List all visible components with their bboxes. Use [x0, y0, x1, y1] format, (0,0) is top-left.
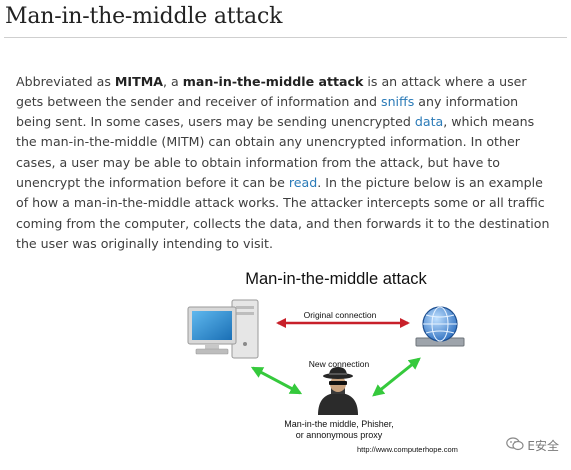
attacker-label-line2: or annonymous proxy: [296, 430, 383, 440]
source-url: http://www.computerhope.com: [357, 445, 458, 454]
page-title: Man-in-the-middle attack: [5, 4, 283, 29]
server-globe-icon: [415, 306, 465, 347]
term-abbreviation: MITMA: [114, 73, 163, 89]
attacker-icon: [318, 367, 358, 415]
text-abbrev: Abbreviated as: [16, 73, 115, 89]
article-paragraph: Abbreviated as MITMA, a man-in-the-middl…: [16, 72, 556, 255]
watermark: E安全: [506, 437, 559, 454]
term-name: man-in-the-middle attack: [182, 73, 364, 89]
mitm-diagram: Man-in-the-middle attack Original connec…: [0, 262, 571, 470]
new-connection-arrow-right: [372, 357, 421, 397]
wechat-icon: [506, 437, 525, 454]
attacker-label-line1: Man-in-the middle, Phisher,: [284, 419, 394, 429]
watermark-text: E安全: [527, 439, 559, 453]
link-read[interactable]: read: [289, 175, 317, 190]
new-connection-arrow-left: [250, 366, 303, 395]
diagram-title: Man-in-the-middle attack: [245, 270, 427, 288]
link-data[interactable]: data: [415, 114, 443, 129]
computer-icon: [187, 299, 259, 359]
title-divider: [4, 37, 567, 38]
text-comma: , a: [162, 73, 183, 89]
original-connection-label: Original connection: [304, 310, 377, 320]
link-sniffs[interactable]: sniffs: [381, 94, 414, 109]
